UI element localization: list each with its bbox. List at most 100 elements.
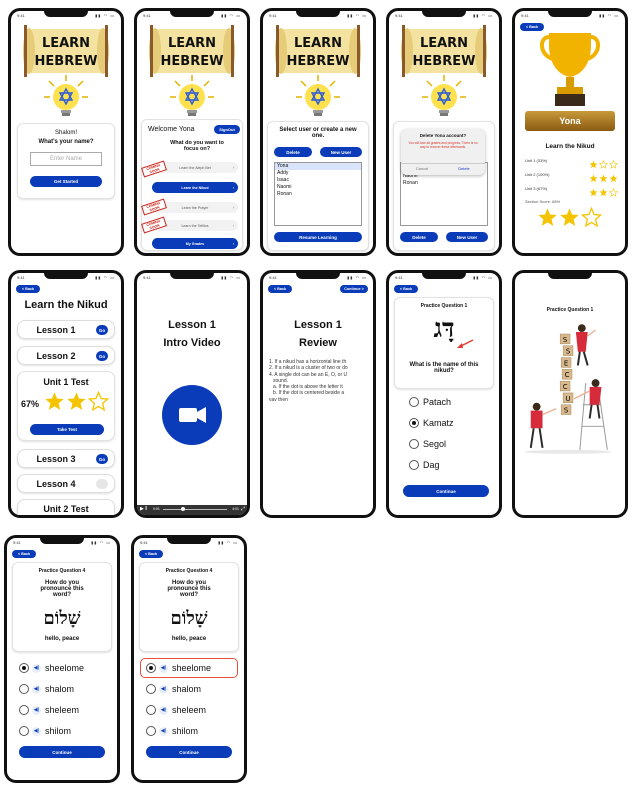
user-list[interactable]: Yona Addy Isaac Naomi Ronan	[274, 162, 362, 226]
hebrew-letters: דָּג	[433, 314, 455, 344]
option-radio[interactable]	[19, 726, 29, 736]
delete-button[interactable]: Delete	[400, 232, 438, 242]
chevron-right-icon: ›	[232, 165, 234, 170]
item-nikud[interactable]: Learn the Nikud ›	[152, 182, 238, 193]
take-test-button[interactable]: Take Test	[30, 424, 104, 435]
get-started-button[interactable]: Get Started	[30, 176, 102, 187]
unit-test-card: Unit 1 Test 67% Take Test	[17, 371, 115, 441]
speaker-icon[interactable]: ◀)	[159, 663, 168, 673]
fullscreen-icon[interactable]: ⤢	[241, 506, 245, 512]
video-player[interactable]	[162, 385, 222, 445]
video-title: Lesson 1	[168, 319, 216, 331]
speaker-icon[interactable]: ◀)	[159, 726, 168, 736]
option-label[interactable]: shalom	[172, 684, 201, 694]
question-number: Practice Question 1	[420, 303, 468, 309]
success-illustration: S S E C C U S	[524, 324, 612, 454]
star-empty-icon	[88, 391, 109, 412]
option-label[interactable]: Kamatz	[423, 418, 454, 428]
status-time: 9:41	[140, 540, 148, 545]
go-button[interactable]: Go	[96, 351, 108, 361]
user-item-selected[interactable]: Yona	[275, 163, 361, 170]
option-radio[interactable]	[19, 705, 29, 715]
speaker-icon[interactable]: ◀)	[159, 684, 168, 694]
lesson-1-row[interactable]: Lesson 1 Go	[17, 320, 115, 339]
play-icon[interactable]: ▶ ‖	[140, 506, 147, 512]
option-radio-selected[interactable]	[409, 418, 419, 428]
continue-button[interactable]: Continue	[403, 485, 489, 497]
seek-bar[interactable]	[163, 507, 227, 511]
option-radio-selected[interactable]	[19, 663, 29, 673]
option-label[interactable]: shilom	[45, 726, 71, 736]
status-bar: 9:41 ▮▮ ◠ ▭	[395, 275, 493, 281]
block-letter: C	[563, 383, 568, 391]
user-item[interactable]: Addy	[275, 170, 361, 177]
option-label[interactable]: sheleem	[45, 705, 79, 715]
option-label[interactable]: Segol	[423, 439, 446, 449]
lesson-4-row[interactable]: Lesson 4	[17, 474, 115, 493]
name-question: What's your name?	[38, 139, 94, 145]
dialog-divider	[401, 163, 485, 164]
user-item[interactable]: Isaac	[275, 177, 361, 184]
option-radio-selected[interactable]	[146, 663, 156, 673]
back-button[interactable]: < Back	[268, 285, 292, 293]
lesson-2-row[interactable]: Lesson 2 Go	[17, 346, 115, 365]
question-number: Practice Question 1	[546, 307, 594, 313]
continue-button[interactable]: Continue	[146, 746, 232, 758]
signal-icon: ▮▮ ◠ ▭	[473, 13, 493, 18]
continue-button[interactable]: Continue	[19, 746, 105, 758]
status-bar: 9:41 ▮▮ ◠ ▭	[395, 13, 493, 19]
lesson-3-row[interactable]: Lesson 3 Go	[17, 449, 115, 468]
option-label[interactable]: Patach	[423, 397, 451, 407]
dialog-title: Delete Yona account?	[419, 133, 467, 138]
speaker-icon[interactable]: ◀)	[159, 705, 168, 715]
back-button[interactable]: < Back	[139, 550, 163, 558]
go-button[interactable]: Go	[96, 325, 108, 335]
logo-text-1: LEARN	[420, 36, 468, 51]
option-radio[interactable]	[409, 397, 419, 407]
status-bar: 9:41 ▮▮ ◠ ▭	[143, 13, 241, 19]
option-label[interactable]: Dag	[423, 460, 440, 470]
seek-handle[interactable]	[181, 507, 185, 511]
go-button[interactable]: Go	[96, 454, 108, 464]
back-button[interactable]: < Back	[12, 550, 36, 558]
new-user-button[interactable]: New User	[446, 232, 488, 242]
name-input[interactable]: Enter Name	[30, 152, 102, 166]
phone-learn-nikud: 9:41 ▮▮ ◠ ▭ < Back Learn the Nikud Lesson…	[8, 270, 124, 518]
option-radio[interactable]	[409, 439, 419, 449]
speaker-icon[interactable]: ◀)	[32, 726, 41, 736]
confirm-delete-button[interactable]: Delete	[443, 166, 485, 171]
logo-text-1: LEARN	[42, 36, 90, 51]
continue-button[interactable]: Continue >	[340, 285, 368, 293]
user-card: Select user or create a new one. Delete …	[267, 121, 369, 251]
question-number: Practice Question 4	[38, 568, 86, 574]
learn-hebrew-logo: LEARN HEBREW	[19, 25, 113, 121]
new-user-button[interactable]: New User	[320, 147, 362, 157]
back-button[interactable]: < Back	[16, 285, 40, 293]
chevron-right-icon: ›	[232, 185, 234, 190]
option-radio[interactable]	[409, 460, 419, 470]
delete-button[interactable]: Delete	[274, 147, 312, 157]
user-item[interactable]: Ronan	[401, 180, 487, 187]
speaker-icon[interactable]: ◀)	[32, 684, 41, 694]
option-radio[interactable]	[146, 705, 156, 715]
speaker-icon[interactable]: ◀)	[32, 663, 41, 673]
speaker-icon[interactable]: ◀)	[32, 705, 41, 715]
video-camera-icon	[179, 407, 206, 423]
option-radio[interactable]	[146, 684, 156, 694]
option-radio[interactable]	[19, 684, 29, 694]
cancel-button[interactable]: Cancel	[401, 166, 443, 171]
option-label[interactable]: shilom	[172, 726, 198, 736]
back-button[interactable]: < Back	[394, 285, 418, 293]
option-label[interactable]: shalom	[45, 684, 74, 694]
unit-2-row[interactable]: Unit 2 Test	[17, 499, 115, 515]
resume-learning-button[interactable]: Resume Learning	[274, 232, 362, 242]
option-label[interactable]: sheleem	[172, 705, 206, 715]
option-label[interactable]: sheelome	[45, 663, 84, 673]
star-filled-icon	[44, 391, 65, 412]
option-label[interactable]: sheelome	[172, 663, 211, 673]
user-item[interactable]: Naomi	[275, 184, 361, 191]
option-radio[interactable]	[146, 726, 156, 736]
item-my-grades[interactable]: My Grades ›	[152, 238, 238, 249]
user-item[interactable]: Ronan	[275, 191, 361, 198]
signout-button[interactable]: SignOut	[214, 125, 240, 134]
